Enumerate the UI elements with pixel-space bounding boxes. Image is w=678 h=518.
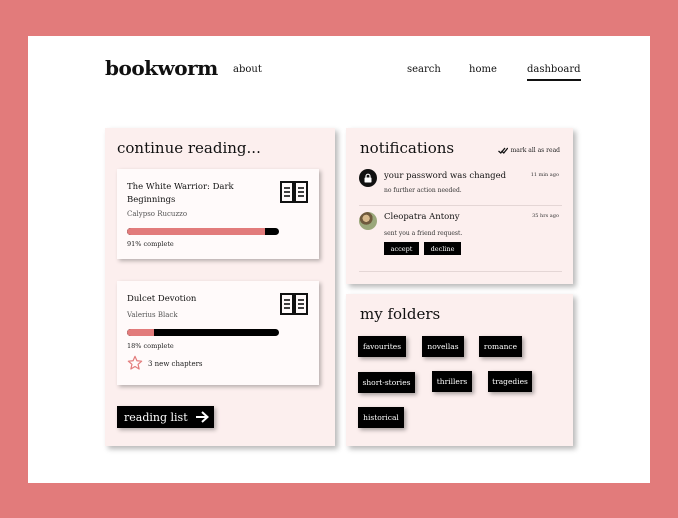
new-chapters-label: 3 new chapters — [148, 360, 203, 368]
notification-item[interactable]: Cleopatra Antony sent you a friend reque… — [359, 210, 562, 272]
progress-fill — [127, 329, 155, 336]
folder-short-stories[interactable]: short-stories — [358, 372, 415, 393]
notifications-panel: notifications mark all as read your pass… — [346, 128, 573, 284]
book-title: Dulcet Devotion — [127, 294, 197, 304]
notification-title: your password was changed — [384, 171, 507, 181]
folder-favourites[interactable]: favourites — [358, 336, 406, 357]
book-author: Calypso Rucuzzo — [127, 210, 188, 218]
book-card[interactable]: Dulcet Devotion Valerius Black 18% compl… — [117, 281, 319, 385]
folders-title: my folders — [360, 305, 441, 323]
open-book-icon — [280, 293, 308, 315]
mark-all-read-button[interactable]: mark all as read — [497, 147, 560, 154]
nav-about[interactable]: about — [233, 64, 262, 75]
reading-list-button[interactable]: reading list — [117, 406, 214, 428]
brand-logo[interactable]: bookworm — [105, 56, 218, 80]
notification-item[interactable]: your password was changed no further act… — [359, 169, 562, 206]
folder-thrillers[interactable]: thrillers — [432, 371, 472, 392]
folder-romance[interactable]: romance — [479, 336, 522, 357]
arrow-right-icon — [195, 411, 209, 423]
continue-reading-panel: continue reading... The White Warrior: D… — [105, 128, 335, 446]
folder-tragedies[interactable]: tragedies — [488, 371, 532, 392]
nav-home[interactable]: home — [469, 64, 497, 75]
notification-subtitle: sent you a friend request. — [384, 230, 463, 237]
page-container: bookworm about search home dashboard con… — [28, 36, 650, 483]
progress-label: 91% complete — [127, 240, 174, 248]
mark-all-read-label: mark all as read — [510, 147, 560, 154]
avatar[interactable] — [359, 212, 377, 230]
progress-fill — [127, 228, 266, 235]
star-icon[interactable] — [127, 355, 143, 371]
open-book-icon — [280, 181, 308, 203]
double-check-icon — [497, 147, 508, 154]
accept-button[interactable]: accept — [384, 242, 419, 255]
continue-reading-title: continue reading... — [117, 139, 261, 157]
progress-bar — [127, 329, 279, 336]
notifications-title: notifications — [360, 139, 455, 157]
nav-search[interactable]: search — [407, 64, 441, 75]
folder-historical[interactable]: historical — [358, 407, 404, 428]
nav-dashboard[interactable]: dashboard — [527, 64, 581, 81]
progress-label: 18% complete — [127, 342, 174, 350]
book-title: The White Warrior: Dark Beginnings — [127, 182, 234, 205]
notification-time: 35 hrs ago — [532, 213, 559, 219]
reading-list-label: reading list — [124, 410, 188, 424]
folders-panel: my folders favourites novellas romance s… — [346, 294, 573, 446]
notification-time: 11 min ago — [530, 172, 559, 178]
notification-subtitle: no further action needed. — [384, 187, 462, 194]
decline-button[interactable]: decline — [424, 242, 461, 255]
notification-title: Cleopatra Antony — [384, 212, 460, 222]
book-card[interactable]: The White Warrior: Dark Beginnings Calyp… — [117, 169, 319, 259]
progress-bar — [127, 228, 279, 235]
lock-icon — [359, 169, 377, 187]
book-author: Valerius Black — [127, 311, 178, 319]
folder-novellas[interactable]: novellas — [422, 336, 464, 357]
